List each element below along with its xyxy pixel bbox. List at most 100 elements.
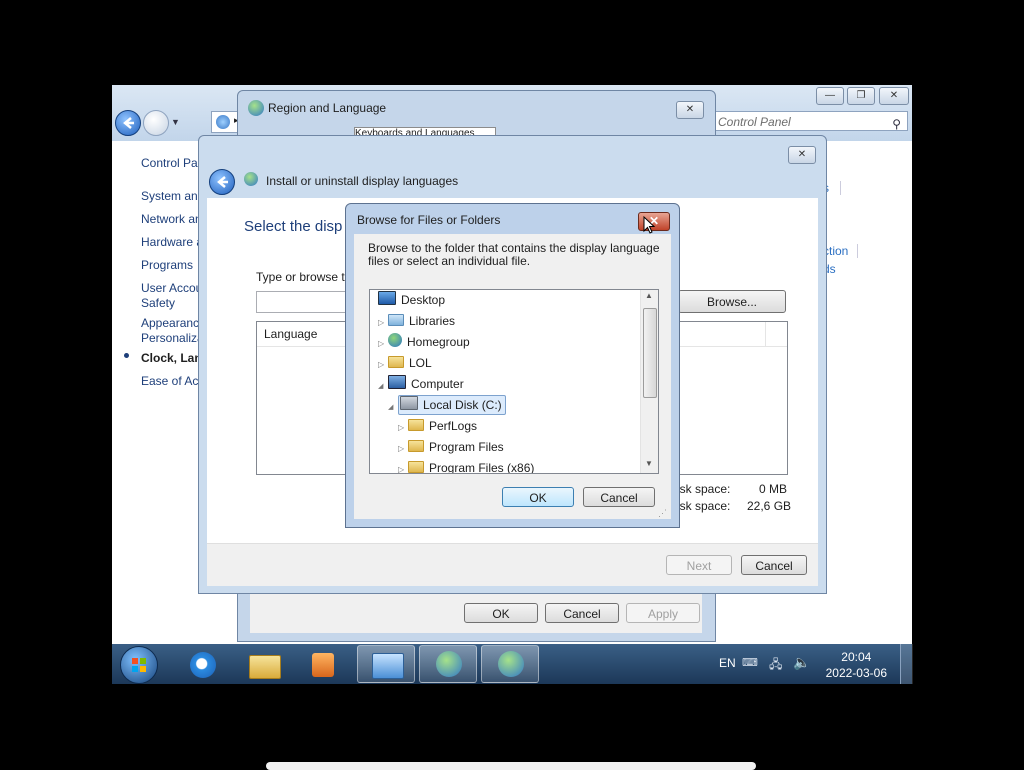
- sidebar-item-ease-of-access[interactable]: Ease of Acc: [141, 374, 204, 388]
- scroll-down-icon[interactable]: ▼: [645, 459, 653, 468]
- browse-button[interactable]: Browse...: [678, 290, 786, 313]
- wizard-back-button[interactable]: [209, 169, 235, 195]
- sidebar-item-hardware[interactable]: Hardware a: [141, 235, 203, 249]
- tree-item-program-files-x86[interactable]: ▷ Program Files (x86): [398, 458, 535, 474]
- disk-drive-icon: [400, 396, 418, 410]
- tree-item-user-folder[interactable]: ▷ LOL: [378, 353, 432, 373]
- browse-description: Browse to the folder that contains the d…: [368, 241, 660, 268]
- expand-arrow-icon[interactable]: ▷: [398, 418, 408, 438]
- tree-item-homegroup[interactable]: ▷ Homegroup: [378, 332, 470, 352]
- tree-item-label: LOL: [409, 356, 432, 370]
- browse-cancel-button[interactable]: Cancel: [583, 487, 655, 507]
- expand-arrow-icon[interactable]: ▷: [378, 334, 388, 354]
- available-space-label: isk space:: [677, 499, 731, 513]
- region-language-apply-button[interactable]: Apply: [626, 603, 700, 623]
- next-button[interactable]: Next: [666, 555, 732, 575]
- taskbar-explorer[interactable]: [234, 645, 292, 683]
- tree-item-perflogs[interactable]: ▷ PerfLogs: [398, 416, 477, 436]
- tree-item-label: Program Files (x86): [429, 461, 535, 474]
- expand-arrow-icon[interactable]: ▷: [378, 313, 388, 333]
- tree-item-label: PerfLogs: [429, 419, 478, 433]
- expand-arrow-icon[interactable]: ▷: [398, 439, 408, 459]
- show-desktop-button[interactable]: [900, 644, 913, 684]
- keyboard-icon[interactable]: ⌨: [742, 656, 758, 669]
- tree-item-label: Libraries: [409, 314, 456, 328]
- screen-bottom-bar: [266, 762, 756, 770]
- taskbar-media-player[interactable]: [294, 645, 352, 683]
- tree-item-local-disk[interactable]: ◢ Local Disk (C:): [388, 395, 506, 415]
- taskbar-display-languages[interactable]: [481, 645, 539, 683]
- available-space-value: 22,6 GB: [747, 499, 792, 513]
- sidebar-item-safety[interactable]: Safety: [141, 296, 175, 310]
- sidebar-item-home[interactable]: Control Pa: [141, 156, 198, 170]
- search-icon: ⚲: [892, 117, 901, 131]
- sidebar-item-programs[interactable]: Programs: [141, 258, 193, 272]
- computer-icon: [388, 375, 406, 389]
- sidebar-item-appearance[interactable]: Appearanc: [141, 316, 199, 330]
- recent-pages-dropdown-icon[interactable]: ▼: [171, 117, 180, 127]
- desktop-icon: [378, 291, 396, 305]
- language-globe-icon: [244, 172, 258, 186]
- sidebar-item-user-accounts[interactable]: User Accou: [141, 281, 202, 295]
- tree-item-label: Computer: [411, 377, 464, 391]
- path-input[interactable]: [256, 291, 353, 313]
- resize-grip-icon[interactable]: ⋰: [658, 508, 667, 519]
- region-language-cancel-button[interactable]: Cancel: [545, 603, 619, 623]
- globe-clock-icon: [436, 651, 462, 677]
- control-panel-icon: [216, 115, 230, 129]
- network-icon[interactable]: 🖧: [769, 655, 782, 676]
- taskbar-control-panel[interactable]: [357, 645, 415, 683]
- collapse-arrow-icon[interactable]: ◢: [378, 377, 388, 397]
- control-panel-sidebar: Control Pa System and Network an Hardwar…: [112, 141, 209, 645]
- tree-item-program-files[interactable]: ▷ Program Files: [398, 437, 504, 457]
- folder-icon: [408, 419, 424, 431]
- wizard-close-button[interactable]: ✕: [788, 146, 816, 164]
- windows-logo-icon: [132, 658, 146, 672]
- volume-icon[interactable]: 🔈: [793, 654, 810, 671]
- scroll-thumb[interactable]: [643, 308, 657, 398]
- browse-dialog: Browse for Files or Folders ✕ Browse to …: [345, 203, 680, 528]
- start-button[interactable]: [120, 646, 158, 684]
- mouse-cursor-icon: [643, 216, 656, 234]
- path-label: Type or browse t: [256, 270, 345, 284]
- system-clock[interactable]: 20:04 2022-03-06: [826, 649, 887, 681]
- forward-button[interactable]: [143, 110, 169, 136]
- tree-scrollbar[interactable]: ▲ ▼: [640, 290, 658, 473]
- tree-item-computer[interactable]: ◢ Computer: [378, 374, 464, 394]
- taskbar-internet-explorer[interactable]: [174, 645, 232, 683]
- expand-arrow-icon[interactable]: ▷: [398, 460, 408, 473]
- column-language[interactable]: Language: [264, 327, 317, 341]
- tree-item-label: Program Files: [429, 440, 504, 454]
- taskbar-region-language[interactable]: [419, 645, 477, 683]
- maximize-button[interactable]: ❐: [847, 87, 875, 105]
- sidebar-item-system[interactable]: System and: [141, 189, 204, 203]
- minimize-button[interactable]: —: [816, 87, 844, 105]
- tree-item-label: Desktop: [401, 293, 446, 307]
- language-globe-icon: [498, 651, 524, 677]
- tree-item-label: Local Disk (C:): [423, 398, 502, 412]
- region-language-close-button[interactable]: ✕: [676, 101, 704, 119]
- wizard-footer: Next Cancel: [207, 543, 818, 586]
- folder-icon: [408, 461, 424, 473]
- selected-tree-item[interactable]: Local Disk (C:): [398, 395, 506, 415]
- region-language-ok-button[interactable]: OK: [464, 603, 538, 623]
- search-input[interactable]: Control Panel ⚲: [713, 111, 908, 131]
- back-arrow-icon: [217, 176, 228, 188]
- browse-ok-button[interactable]: OK: [502, 487, 574, 507]
- folder-tree[interactable]: Desktop ▷ Libraries ▷ Homegroup ▷ LOL ◢ Comp…: [369, 289, 659, 474]
- tree-item-desktop[interactable]: Desktop: [378, 290, 445, 310]
- expand-arrow-icon[interactable]: ▷: [378, 355, 388, 375]
- close-button[interactable]: ✕: [879, 87, 909, 105]
- collapse-arrow-icon[interactable]: ◢: [388, 398, 398, 418]
- back-button[interactable]: [115, 110, 141, 136]
- libraries-icon: [388, 314, 404, 326]
- scroll-up-icon[interactable]: ▲: [645, 291, 653, 300]
- internet-explorer-icon: [190, 652, 216, 678]
- sidebar-item-personalization[interactable]: Personaliza: [141, 331, 204, 345]
- sidebar-item-network[interactable]: Network an: [141, 212, 202, 226]
- tree-item-libraries[interactable]: ▷ Libraries: [378, 311, 455, 331]
- link-divider: [857, 244, 858, 258]
- wizard-cancel-button[interactable]: Cancel: [741, 555, 807, 575]
- media-player-icon: [312, 653, 334, 677]
- language-indicator[interactable]: EN: [719, 656, 736, 670]
